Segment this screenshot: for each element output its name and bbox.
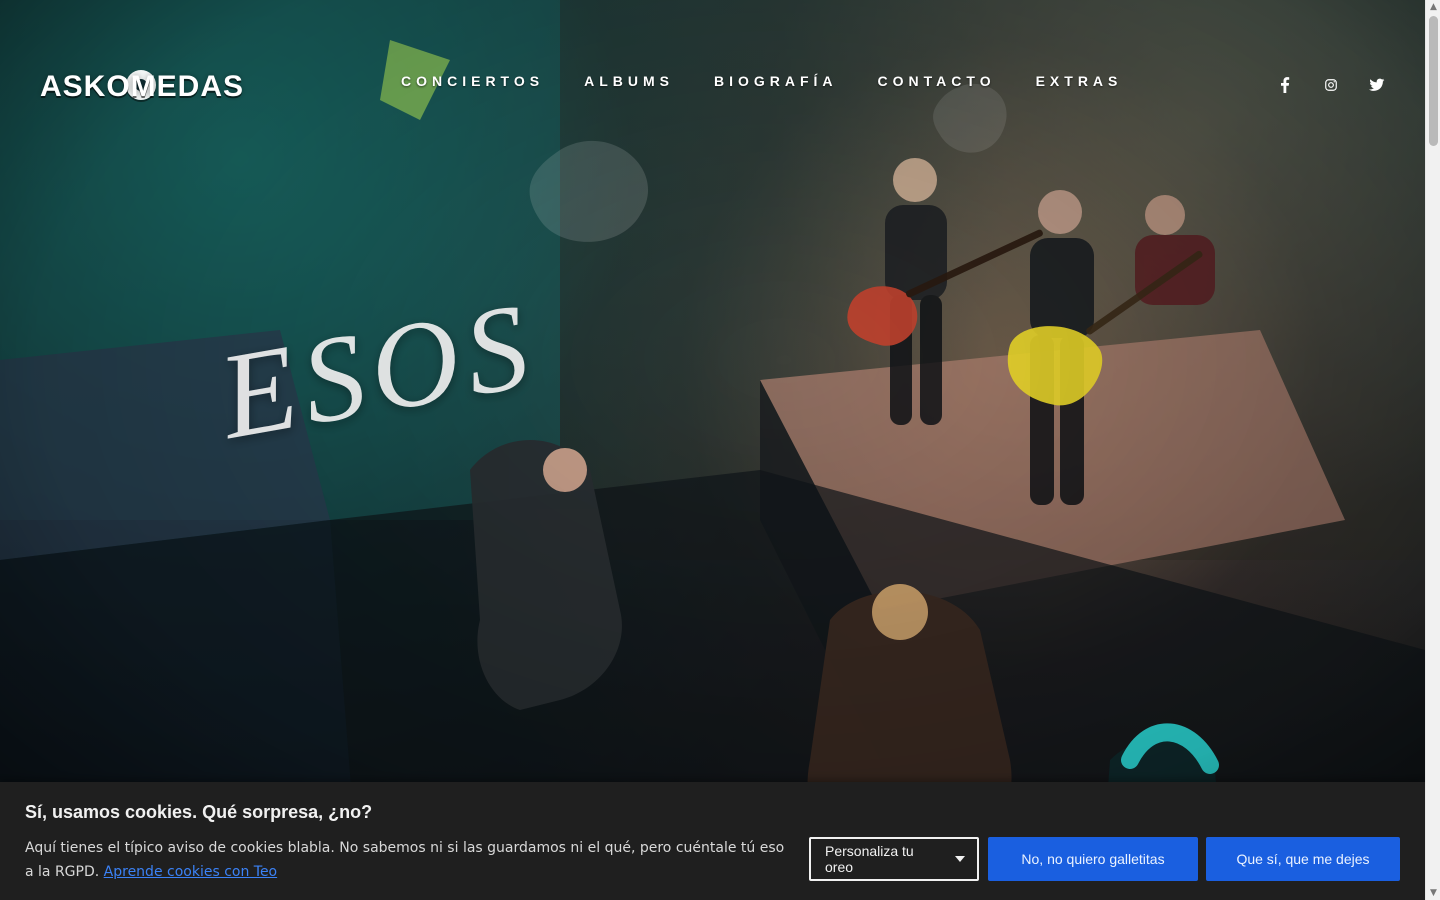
nav-conciertos[interactable]: CONCIERTOS bbox=[401, 70, 544, 92]
page-scrollbar[interactable]: ▲ ▼ bbox=[1425, 0, 1440, 900]
brand-logo[interactable]: ASKOMEDAS bbox=[40, 60, 243, 108]
main-navigation: CONCIERTOS ALBUMS BIOGRAFÍA CONTACTO EXT… bbox=[401, 70, 1122, 92]
instagram-icon[interactable] bbox=[1318, 72, 1344, 98]
cookie-learn-more-link[interactable]: Aprende cookies con Teo bbox=[104, 864, 277, 880]
cookie-banner: Sí, usamos cookies. Qué sorpresa, ¿no? A… bbox=[0, 782, 1425, 900]
nav-contacto[interactable]: CONTACTO bbox=[878, 70, 996, 92]
cookie-reject-button[interactable]: No, no quiero galletitas bbox=[988, 837, 1198, 881]
cookie-text: Aquí tienes el típico aviso de cookies b… bbox=[25, 836, 785, 884]
nav-albums[interactable]: ALBUMS bbox=[584, 70, 674, 92]
social-links bbox=[1272, 72, 1390, 98]
site-header: ASKOMEDAS CONCIERTOS ALBUMS BIOGRAFÍA CO… bbox=[0, 0, 1425, 170]
logo-text: ASKOMEDAS bbox=[40, 70, 245, 103]
cookie-customize-label: Personaliza tu oreo bbox=[825, 843, 914, 875]
cookie-title: Sí, usamos cookies. Qué sorpresa, ¿no? bbox=[25, 802, 373, 822]
scrollbar-thumb[interactable] bbox=[1429, 16, 1438, 146]
facebook-icon[interactable] bbox=[1272, 72, 1298, 98]
scroll-up-arrow[interactable]: ▲ bbox=[1426, 0, 1440, 14]
logo-mark: ASKOMEDAS bbox=[40, 60, 243, 108]
scroll-down-arrow[interactable]: ▼ bbox=[1426, 886, 1440, 900]
twitter-icon[interactable] bbox=[1364, 72, 1390, 98]
cookie-customize-button[interactable]: Personaliza tu oreo bbox=[809, 837, 979, 881]
cookie-accept-button[interactable]: Que sí, que me dejes bbox=[1206, 837, 1400, 881]
nav-extras[interactable]: EXTRAS bbox=[1036, 70, 1123, 92]
nav-biografia[interactable]: BIOGRAFÍA bbox=[714, 70, 838, 92]
chevron-down-icon bbox=[955, 856, 965, 862]
